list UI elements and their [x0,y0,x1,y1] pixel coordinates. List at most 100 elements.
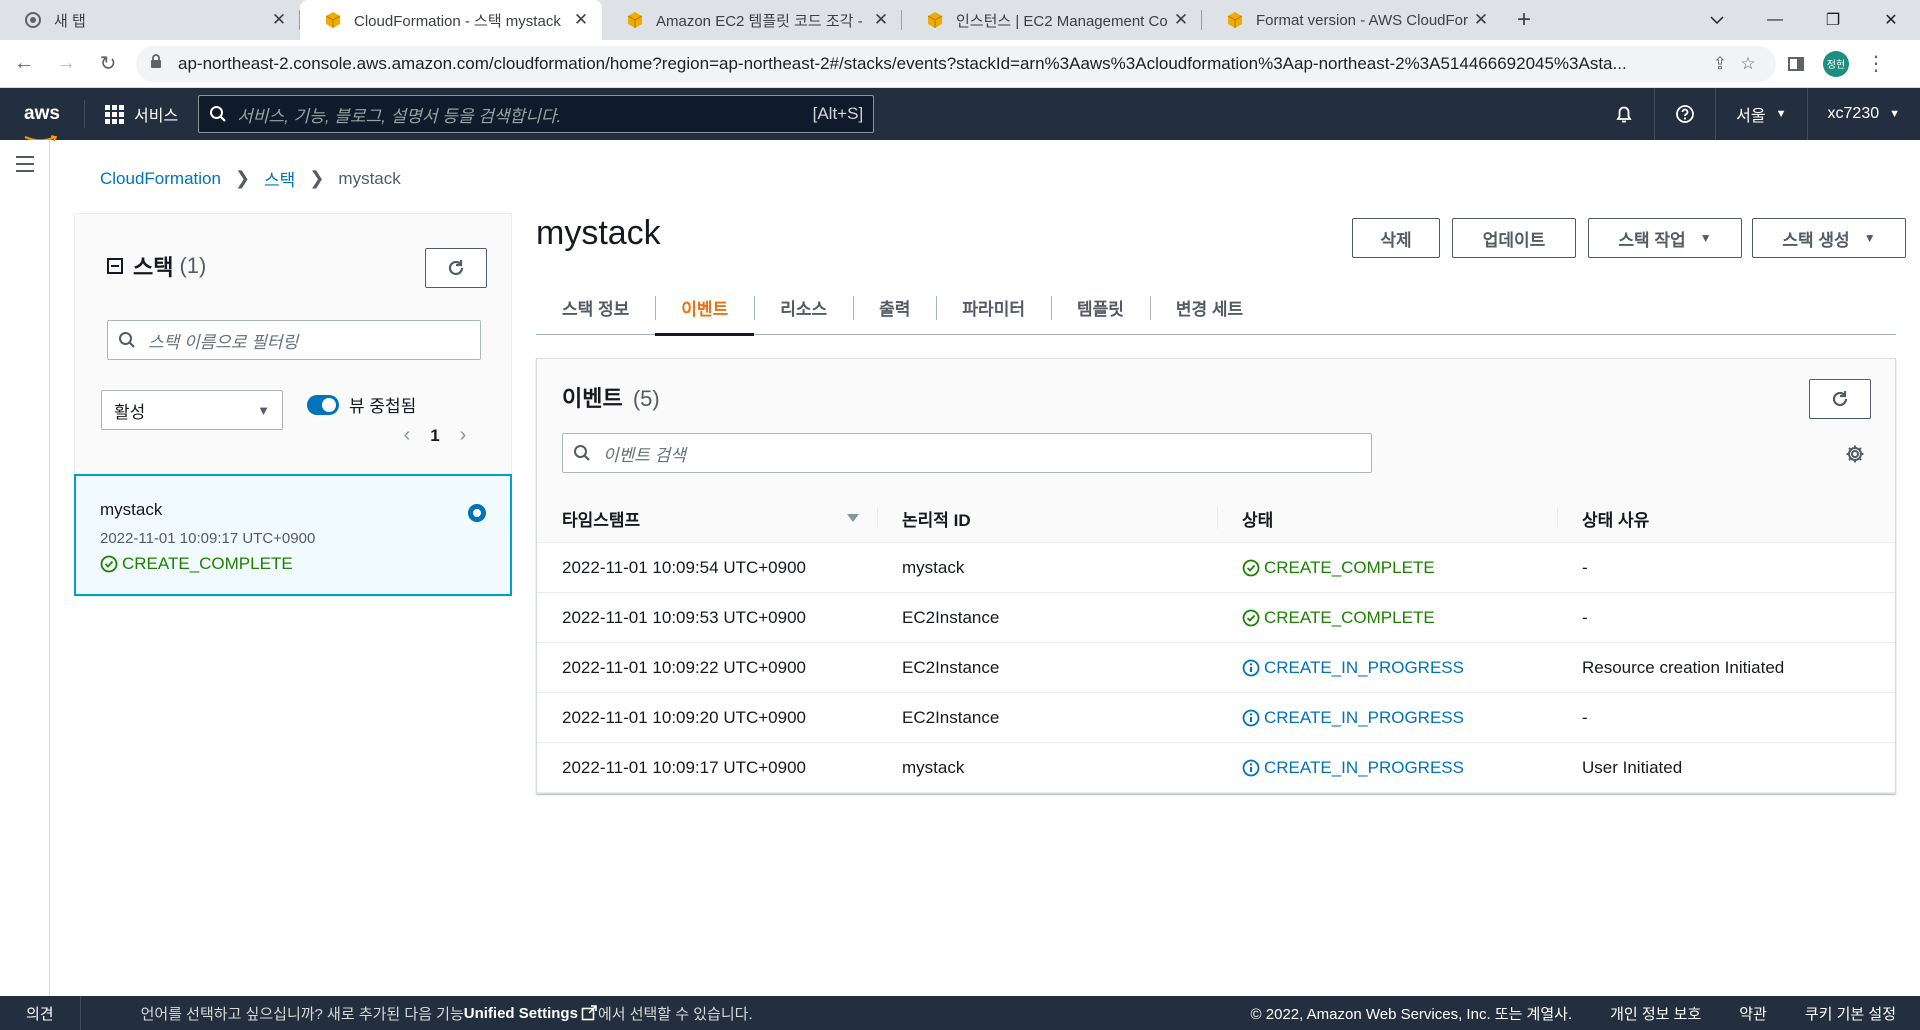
aws-logo[interactable]: aws [0,103,84,142]
region-selector[interactable]: 서울 ▼ [1715,88,1806,140]
stack-detail-tabs: 스택 정보 이벤트 리소스 출력 파라미터 템플릿 변경 세트 [536,280,1896,336]
close-icon[interactable]: ✕ [1472,10,1490,30]
cell-timestamp: 2022-11-01 10:09:20 UTC+0900 [562,708,807,727]
breadcrumb-cloudformation[interactable]: CloudFormation [100,169,221,189]
next-page-icon[interactable]: › [449,424,477,447]
restore-button[interactable]: ❐ [1804,0,1862,40]
refresh-stacks-button[interactable] [425,248,487,288]
nested-view-toggle[interactable]: 뷰 중첩됨 [307,392,416,417]
stack-filter-input[interactable]: 스택 이름으로 필터링 [107,320,481,360]
menu-icon[interactable] [16,156,34,177]
tab-search-button[interactable] [1688,0,1746,40]
caret-icon: ▼ [1775,108,1787,120]
tab-outputs[interactable]: 출력 [853,280,936,335]
back-button[interactable]: ← [6,46,42,82]
column-status[interactable]: 상태 [1217,493,1557,543]
gear-icon[interactable] [1845,444,1865,467]
breadcrumb-stacks[interactable]: 스택 [264,166,295,191]
close-icon[interactable]: ✕ [1172,10,1190,30]
create-stack-label: 스택 생성 [1782,230,1850,250]
minimize-button[interactable]: — [1746,0,1804,40]
column-label: 상태 [1242,510,1274,530]
new-tab-button[interactable]: + [1502,0,1546,40]
table-row: 2022-11-01 10:09:22 UTC+0900 EC2Instance C… [537,643,1895,693]
cell-logical-id: mystack [902,758,965,777]
browser-tab-new[interactable]: 새 탭 ✕ [0,0,300,40]
close-icon[interactable]: ✕ [872,10,890,30]
status-filter-select[interactable]: 활성 ▼ [101,390,283,430]
privacy-link[interactable]: 개인 정보 보호 [1610,1003,1701,1024]
delete-button[interactable]: 삭제 [1352,218,1440,258]
tab-resources[interactable]: 리소스 [754,280,853,335]
tab-events[interactable]: 이벤트 [655,280,755,336]
events-search-input[interactable]: 이벤트 검색 [562,433,1372,473]
column-label: 논리적 ID [902,510,971,530]
cell-logical-id: mystack [902,558,965,577]
cell-timestamp: 2022-11-01 10:09:22 UTC+0900 [562,658,807,677]
column-status-reason[interactable]: 상태 사유 [1557,493,1895,543]
browser-tab-cloudformation[interactable]: CloudFormation - 스택 mystack ✕ [300,0,602,40]
stack-panel-title: 스택 (1) [107,250,206,282]
refresh-events-button[interactable] [1809,379,1871,419]
address-bar[interactable]: ap-northeast-2.console.aws.amazon.com/cl… [136,45,1776,82]
status-badge: CREATE_COMPLETE [1242,558,1435,578]
table-row: 2022-11-01 10:09:17 UTC+0900 mystack CREAT… [537,743,1895,793]
star-icon[interactable]: ☆ [1734,54,1762,74]
stack-card-mystack[interactable]: mystack 2022-11-01 10:09:17 UTC+0900 CRE… [74,474,512,596]
language-notice-text: 언어를 선택하고 싶으십니까? 새로 추가된 다음 기능 [140,1005,464,1023]
cell-status-reason: User Initiated [1582,758,1683,777]
share-icon[interactable]: ⇪ [1706,54,1734,74]
unified-settings-link[interactable]: Unified Settings [464,1005,578,1022]
status-text: CREATE_COMPLETE [1264,558,1435,577]
browser-tab-ec2-template[interactable]: Amazon EC2 템플릿 코드 조각 - ✕ [602,0,902,40]
cookie-preferences-link[interactable]: 쿠키 기본 설정 [1805,1003,1896,1024]
copyright-text: © 2022, Amazon Web Services, Inc. 또는 계열사… [1250,1005,1573,1023]
create-stack-dropdown[interactable]: 스택 생성 ▼ [1752,218,1906,258]
page-number[interactable]: 1 [421,426,449,446]
feedback-button[interactable]: 의견 [0,996,81,1030]
search-icon [119,332,135,348]
terms-link[interactable]: 약관 [1739,1003,1767,1024]
services-menu-button[interactable]: 서비스 [85,102,198,126]
avatar: 정현 [1823,50,1849,77]
collapse-icon[interactable] [107,258,123,274]
notifications-button[interactable] [1594,88,1654,140]
prev-page-icon[interactable]: ‹ [393,424,421,447]
tab-template[interactable]: 템플릿 [1050,280,1150,335]
table-row: 2022-11-01 10:09:54 UTC+0900 mystack CREAT… [537,543,1895,593]
aws-search-input[interactable]: 서비스, 기능, 블로그, 설명서 등을 검색합니다. [Alt+S] [198,95,875,133]
close-icon[interactable]: ✕ [572,10,590,30]
cell-logical-id: EC2Instance [902,608,1000,627]
console-footer: 의견 언어를 선택하고 싶으십니까? 새로 추가된 다음 기능 Unified … [0,996,1920,1030]
table-row: 2022-11-01 10:09:53 UTC+0900 EC2Instance C… [537,593,1895,643]
close-window-button[interactable]: ✕ [1862,0,1920,40]
success-icon [1242,559,1260,577]
filter-placeholder: 스택 이름으로 필터링 [148,332,299,352]
stack-list-panel: 스택 (1) 스택 이름으로 필터링 활성 ▼ 뷰 중첩됨 ‹ 1 › myst… [74,213,512,597]
events-search-placeholder: 이벤트 검색 [603,445,686,465]
tab-change-sets[interactable]: 변경 세트 [1149,280,1269,335]
toggle-switch[interactable] [307,394,339,415]
close-icon[interactable]: ✕ [270,10,288,30]
tab-stack-info[interactable]: 스택 정보 [536,280,655,335]
caret-icon: ▼ [1889,108,1900,120]
update-button[interactable]: 업데이트 [1452,218,1576,258]
tab-parameters[interactable]: 파라미터 [936,280,1051,335]
stack-radio-selected[interactable] [468,504,486,522]
events-heading: 이벤트 [562,386,623,411]
browser-tab-ec2-instances[interactable]: 인스턴스 | EC2 Management Co ✕ [902,0,1202,40]
column-timestamp[interactable]: 타임스탬프 [537,493,877,543]
column-logical-id[interactable]: 논리적 ID [877,493,1217,543]
aws-top-nav: aws 서비스 서비스, 기능, 블로그, 설명서 등을 검색합니다. [Alt… [0,88,1920,142]
stack-actions-dropdown[interactable]: 스택 작업 ▼ [1588,218,1742,258]
cell-logical-id: EC2Instance [902,658,1000,677]
help-button[interactable] [1654,88,1715,140]
account-menu[interactable]: xc7230 ▼ [1806,88,1920,140]
sidepanel-icon[interactable] [1776,56,1816,72]
profile-button[interactable]: 정현 [1816,50,1856,77]
more-icon[interactable]: ⋮ [1856,51,1896,76]
forward-button[interactable]: → [48,46,84,82]
sort-desc-icon[interactable] [847,514,859,522]
browser-tab-format-version[interactable]: Format version - AWS CloudFor ✕ [1202,0,1502,40]
reload-button[interactable]: ↻ [90,46,126,82]
